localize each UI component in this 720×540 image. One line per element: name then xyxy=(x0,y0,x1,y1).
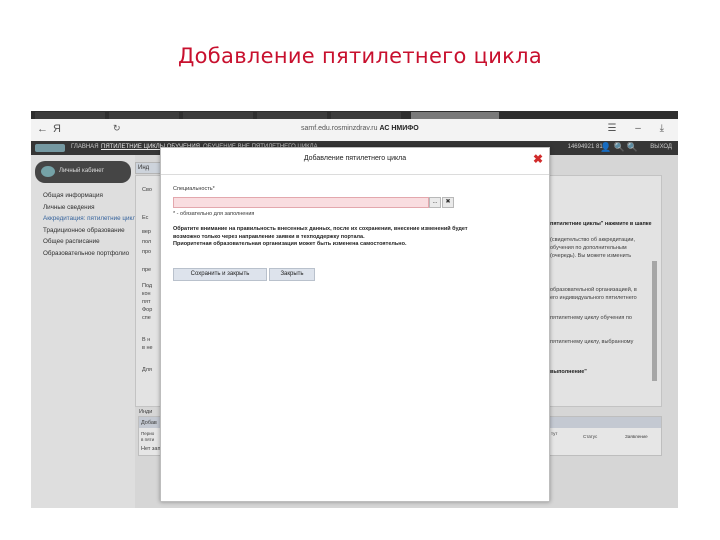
warning-line: Обратите внимание на правильность внесен… xyxy=(173,226,468,232)
screenshot-frame: ← Я ↻ samf.edu.rosminzdrav.ru АС НМИФО ☰… xyxy=(31,111,678,508)
yandex-logo-icon[interactable]: Я xyxy=(53,123,61,135)
warning-text: Обратите внимание на правильность внесен… xyxy=(173,226,533,249)
browser-tab[interactable] xyxy=(331,112,401,119)
back-icon[interactable]: ← xyxy=(37,123,48,135)
close-icon[interactable]: ✖ xyxy=(533,152,543,166)
reload-icon[interactable]: ↻ xyxy=(113,123,121,134)
specialty-field[interactable] xyxy=(173,197,429,208)
browser-tab-active[interactable] xyxy=(411,112,499,119)
url-field[interactable]: samf.edu.rosminzdrav.ru АС НМИФО xyxy=(301,125,419,132)
browser-tab[interactable] xyxy=(109,112,179,119)
url-host: samf.edu.rosminzdrav.ru xyxy=(301,125,378,132)
browser-tabstrip xyxy=(31,111,678,119)
url-site-name: АС НМИФО xyxy=(379,125,419,132)
save-and-close-button[interactable]: Сохранить и закрыть xyxy=(173,268,267,281)
slide-title: Добавление пятилетнего цикла xyxy=(177,44,543,68)
browser-tab[interactable] xyxy=(183,112,253,119)
browser-toolbar-icons[interactable]: ☰ – ⤓ xyxy=(607,123,672,134)
add-cycle-dialog: Добавление пятилетнего цикла ✖ Специальн… xyxy=(160,147,550,502)
browser-addressbar: ← Я ↻ samf.edu.rosminzdrav.ru АС НМИФО ☰… xyxy=(31,119,678,142)
specialty-label: Специальность* xyxy=(173,186,215,192)
dialog-title: Добавление пятилетнего цикла xyxy=(303,155,407,162)
dialog-divider xyxy=(161,174,549,175)
warning-line: возможно только через направление заявки… xyxy=(173,233,365,240)
browser-tab[interactable] xyxy=(35,112,105,119)
browse-button[interactable]: ... xyxy=(429,197,441,208)
warning-line: Приоритетная образовательная организация… xyxy=(173,241,407,247)
close-button[interactable]: Закрыть xyxy=(269,268,315,281)
clear-icon[interactable]: ✖ xyxy=(442,197,454,208)
browser-tab[interactable] xyxy=(257,112,327,119)
required-note: * - обязательно для заполнения xyxy=(173,211,255,217)
